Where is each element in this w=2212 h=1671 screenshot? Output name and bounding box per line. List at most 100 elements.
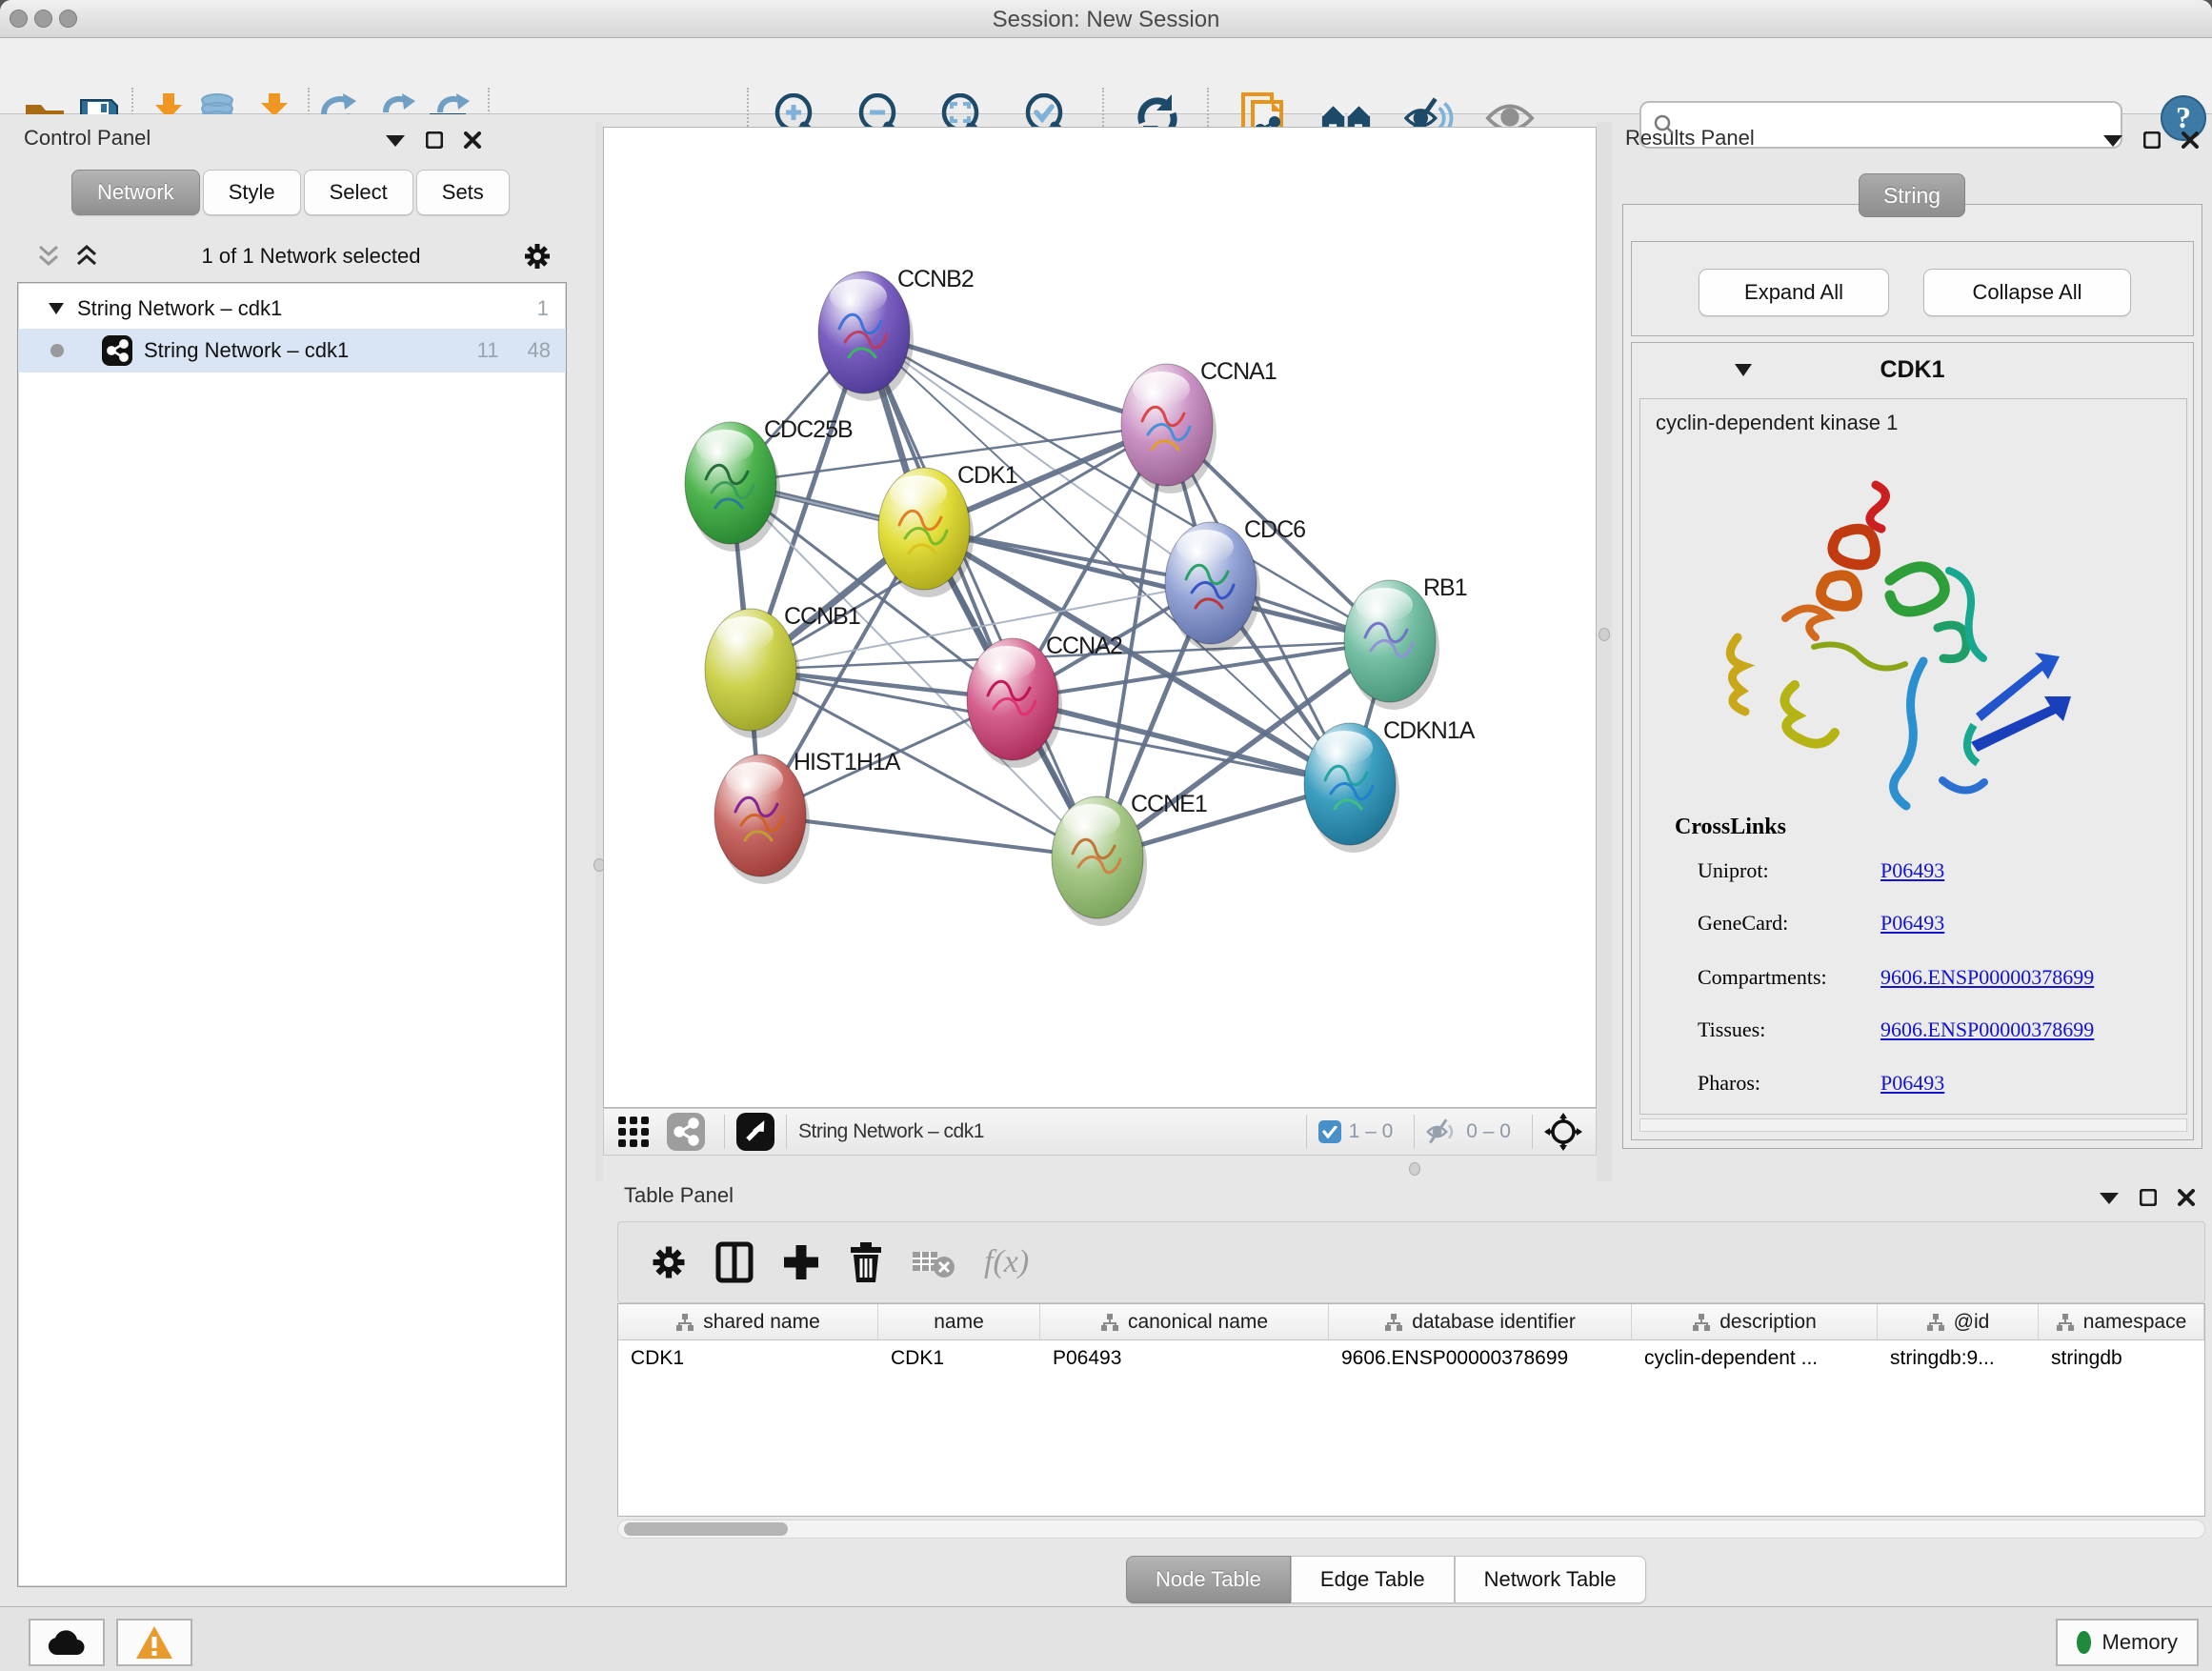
column-header[interactable]: shared name (618, 1304, 878, 1339)
network-edge-count: 48 (528, 338, 551, 363)
tab-select[interactable]: Select (304, 170, 413, 215)
gene-content-scrollbar[interactable] (1639, 1118, 2187, 1132)
control-panel-tabs: Network Style Select Sets (71, 170, 513, 215)
cell-database-identifier[interactable]: 9606.ENSP00000378699 (1329, 1340, 1632, 1380)
warnings-button[interactable] (116, 1619, 192, 1666)
crosslinks-title: CrossLinks (1675, 815, 1786, 840)
crosslink-genecard-link[interactable]: P06493 (1880, 911, 1944, 936)
float-panel-icon[interactable] (386, 133, 405, 147)
hidden-eye-slash-icon (1426, 1118, 1458, 1145)
network-collection-tree: String Network – cdk1 1 String Network –… (17, 282, 567, 1587)
gene-collapse-icon[interactable] (1735, 364, 1752, 376)
svg-text:CCNB2: CCNB2 (897, 266, 974, 292)
expand-all-chevron-icon[interactable] (74, 244, 99, 269)
svg-text:CDK1: CDK1 (957, 462, 1017, 489)
maximize-panel-icon[interactable] (426, 131, 443, 149)
network-share-icon (102, 335, 132, 366)
network-view-panel: CCNB2CCNA1CDC25BCDK1CDC6RB1CCNB1CCNA2CDK… (603, 122, 1597, 1181)
main-toolbar: ? (0, 38, 2212, 114)
show-columns-icon[interactable] (715, 1241, 754, 1283)
svg-text:CCNB1: CCNB1 (784, 603, 860, 630)
add-column-icon[interactable] (782, 1243, 820, 1281)
close-panel-icon[interactable] (2178, 1189, 2195, 1206)
pan-crosshair-icon[interactable] (1544, 1113, 1582, 1151)
tab-edge-table[interactable]: Edge Table (1291, 1556, 1455, 1603)
network-share-toggle-icon[interactable] (667, 1113, 705, 1151)
control-panel-title: Control Panel (24, 126, 151, 151)
tab-network[interactable]: Network (71, 170, 200, 215)
float-panel-icon[interactable] (2103, 133, 2122, 147)
maximize-panel-icon[interactable] (2143, 131, 2161, 149)
column-header[interactable]: name (878, 1304, 1040, 1339)
column-header[interactable]: namespace (2039, 1304, 2204, 1339)
birds-eye-view-icon[interactable] (736, 1113, 774, 1151)
svg-text:RB1: RB1 (1423, 574, 1467, 601)
left-splitter[interactable] (595, 122, 603, 1181)
delete-column-icon[interactable] (849, 1241, 883, 1283)
network-collection-row[interactable]: String Network – cdk1 1 (18, 289, 566, 329)
tab-node-table[interactable]: Node Table (1126, 1556, 1291, 1603)
svg-text:CCNA2: CCNA2 (1046, 633, 1122, 659)
svg-text:CDKN1A: CDKN1A (1383, 717, 1476, 744)
gene-name: CDK1 (1752, 356, 2073, 384)
collapse-all-chevron-icon[interactable] (36, 244, 61, 269)
crosslink-compartments-link[interactable]: 9606.ENSP00000378699 (1880, 965, 2094, 990)
memory-button[interactable]: Memory (2056, 1619, 2199, 1666)
column-header[interactable]: database identifier (1329, 1304, 1632, 1339)
crosslink-tissues-link[interactable]: 9606.ENSP00000378699 (1880, 1017, 2094, 1042)
string-network-graph[interactable]: CCNB2CCNA1CDC25BCDK1CDC6RB1CCNB1CCNA2CDK… (604, 128, 1596, 1107)
shared-column-icon (1384, 1313, 1403, 1332)
column-header[interactable]: @id (1878, 1304, 2039, 1339)
svg-text:CDC25B: CDC25B (764, 416, 853, 443)
tab-style[interactable]: Style (203, 170, 301, 215)
right-splitter[interactable] (1597, 122, 1612, 1181)
close-panel-icon[interactable] (464, 131, 481, 149)
table-panel: Table Panel f(x) shared name name canoni… (603, 1181, 2212, 1606)
crosslink-uniprot-link[interactable]: P06493 (1880, 858, 1944, 883)
cell-namespace[interactable]: stringdb (2039, 1340, 2204, 1380)
shared-column-icon (2056, 1313, 2075, 1332)
scrollbar-thumb[interactable] (624, 1522, 788, 1536)
selected-count-checkbox-icon[interactable] (1318, 1120, 1341, 1143)
bottom-splitter-handle[interactable] (1409, 1162, 1420, 1176)
tab-network-table[interactable]: Network Table (1455, 1556, 1646, 1603)
network-status-dot-icon (50, 344, 64, 357)
table-row[interactable]: CDK1 CDK1 P06493 9606.ENSP00000378699 cy… (618, 1340, 2204, 1380)
string-results-container: Expand All Collapse All CDK1 cyclin-depe… (1622, 204, 2202, 1149)
crosslink-pharos-link[interactable]: P06493 (1880, 1071, 1944, 1096)
table-horizontal-scrollbar[interactable] (617, 1520, 2205, 1539)
collapse-all-button[interactable]: Collapse All (1923, 269, 2131, 316)
network-canvas[interactable]: CCNB2CCNA1CDC25BCDK1CDC6RB1CCNB1CCNA2CDK… (603, 127, 1597, 1108)
gene-result-cdk1: CDK1 cyclin-dependent kinase 1 (1631, 342, 2194, 1140)
svg-text:CCNA1: CCNA1 (1200, 358, 1277, 385)
tab-sets[interactable]: Sets (416, 170, 510, 215)
close-panel-icon[interactable] (2182, 131, 2199, 149)
network-options-gear-icon[interactable] (523, 242, 552, 271)
show-grid-icon[interactable] (617, 1116, 650, 1148)
protein-structure-image (1699, 466, 2081, 847)
window-title: Session: New Session (0, 7, 2212, 33)
column-header[interactable]: canonical name (1040, 1304, 1329, 1339)
crosslink-label: Compartments: (1698, 965, 1880, 990)
status-bar: Memory (0, 1606, 2212, 1671)
current-network-name: String Network – cdk1 (798, 1120, 984, 1143)
maximize-panel-icon[interactable] (2140, 1189, 2157, 1206)
table-toolbar: f(x) (617, 1221, 2205, 1303)
cell-canonical-name[interactable]: P06493 (1040, 1340, 1329, 1380)
crosslink-label: Pharos: (1698, 1071, 1880, 1096)
tab-string[interactable]: String (1859, 173, 1965, 217)
crosslink-label: Uniprot: (1698, 858, 1880, 883)
cell-description[interactable]: cyclin-dependent ... (1632, 1340, 1878, 1380)
table-options-gear-icon[interactable] (651, 1244, 687, 1280)
cell-shared-name[interactable]: CDK1 (618, 1340, 878, 1380)
cell-name[interactable]: CDK1 (878, 1340, 1040, 1380)
network-row-selected[interactable]: String Network – cdk1 11 48 (18, 329, 566, 372)
column-header[interactable]: description (1632, 1304, 1878, 1339)
svg-text:HIST1H1A: HIST1H1A (794, 749, 901, 775)
expand-all-button[interactable]: Expand All (1699, 269, 1889, 316)
collection-expand-icon[interactable] (49, 303, 64, 314)
cell-id[interactable]: stringdb:9... (1878, 1340, 2039, 1380)
cloud-status-button[interactable] (29, 1619, 105, 1666)
float-panel-icon[interactable] (2100, 1191, 2119, 1204)
right-splitter-handle[interactable] (1599, 628, 1610, 641)
